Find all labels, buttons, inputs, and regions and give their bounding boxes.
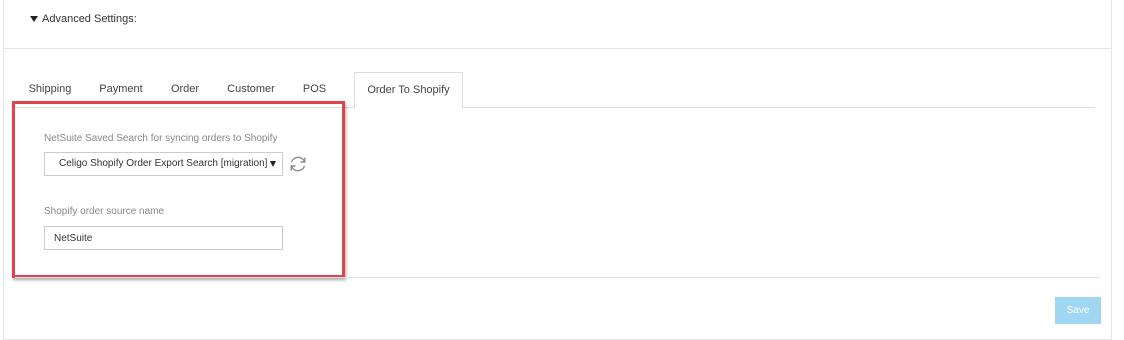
tab-order-to-shopify[interactable]: Order To Shopify: [354, 72, 463, 109]
highlight-box: [12, 101, 345, 278]
caret-down-icon: [30, 16, 38, 22]
advanced-settings-toggle[interactable]: Advanced Settings:: [30, 13, 137, 25]
footer-divider: [15, 277, 1100, 278]
advanced-settings-label: Advanced Settings:: [42, 13, 137, 25]
advanced-settings-header: Advanced Settings:: [4, 0, 1111, 49]
save-button[interactable]: Save: [1055, 297, 1101, 324]
